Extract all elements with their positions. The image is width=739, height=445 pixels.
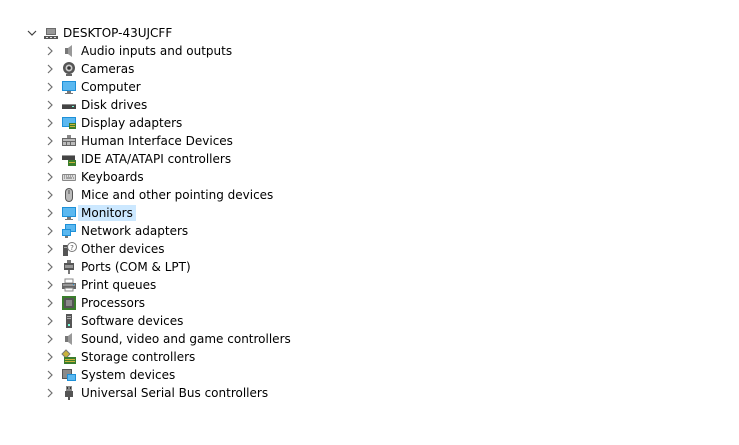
tree-item-print-queues[interactable]: Print queues [42, 276, 159, 294]
chevron-right-icon[interactable] [42, 186, 58, 204]
display-adapter-icon [60, 114, 78, 132]
chevron-right-icon[interactable] [42, 132, 58, 150]
network-adapter-icon [60, 222, 78, 240]
chevron-right-icon[interactable] [42, 42, 58, 60]
tree-item-cameras[interactable]: Cameras [42, 60, 137, 78]
usb-icon [60, 384, 78, 402]
tree-item-ports[interactable]: Ports (COM & LPT) [42, 258, 194, 276]
tree-item-software-devices[interactable]: Software devices [42, 312, 186, 330]
chevron-down-icon[interactable] [24, 24, 40, 42]
chevron-right-icon[interactable] [42, 78, 58, 96]
tree-item-storage-controllers[interactable]: Storage controllers [42, 348, 198, 366]
tree-item-label: Disk drives [78, 97, 150, 113]
tree-item-label: Mice and other pointing devices [78, 187, 276, 203]
tree-root-label: DESKTOP-43UJCFF [60, 25, 175, 41]
system-device-icon [60, 366, 78, 384]
tree-item-label: Other devices [78, 241, 168, 257]
tree-item-label: Sound, video and game controllers [78, 331, 294, 347]
chevron-right-icon[interactable] [42, 366, 58, 384]
speaker-icon [60, 42, 78, 60]
tree-item-label: Network adapters [78, 223, 191, 239]
computer-tower-icon [42, 24, 60, 42]
tree-item-monitors[interactable]: Monitors [42, 204, 136, 222]
tree-item-disk-drives[interactable]: Disk drives [42, 96, 150, 114]
tree-item-label: Processors [78, 295, 148, 311]
tree-item-audio-inputs[interactable]: Audio inputs and outputs [42, 42, 235, 60]
tree-item-label: Print queues [78, 277, 159, 293]
keyboard-icon [60, 168, 78, 186]
tree-root-node[interactable]: DESKTOP-43UJCFF [24, 24, 175, 42]
monitor-icon [60, 78, 78, 96]
tree-item-processors[interactable]: Processors [42, 294, 148, 312]
chevron-right-icon[interactable] [42, 312, 58, 330]
mouse-icon [60, 186, 78, 204]
unknown-device-icon: ? [60, 240, 78, 258]
tree-item-mice[interactable]: Mice and other pointing devices [42, 186, 276, 204]
tree-item-label: Computer [78, 79, 144, 95]
tree-item-label: Audio inputs and outputs [78, 43, 235, 59]
ide-controller-icon [60, 150, 78, 168]
tree-item-label: Storage controllers [78, 349, 198, 365]
tree-item-label: IDE ATA/ATAPI controllers [78, 151, 234, 167]
chevron-right-icon[interactable] [42, 330, 58, 348]
tree-item-human-interface-devices[interactable]: Human Interface Devices [42, 132, 236, 150]
tree-item-computer[interactable]: Computer [42, 78, 144, 96]
monitor-icon [60, 204, 78, 222]
tree-item-system-devices[interactable]: System devices [42, 366, 178, 384]
storage-controller-icon [60, 348, 78, 366]
tree-item-label: Keyboards [78, 169, 147, 185]
tree-item-sound-video-game[interactable]: Sound, video and game controllers [42, 330, 294, 348]
chevron-right-icon[interactable] [42, 258, 58, 276]
tree-item-label: Cameras [78, 61, 137, 77]
tree-item-label: System devices [78, 367, 178, 383]
svg-text:?: ? [70, 244, 74, 252]
printer-icon [60, 276, 78, 294]
chevron-right-icon[interactable] [42, 60, 58, 78]
tree-item-other-devices[interactable]: ? Other devices [42, 240, 168, 258]
hid-icon [60, 132, 78, 150]
tree-item-label: Display adapters [78, 115, 185, 131]
sound-icon [60, 330, 78, 348]
tree-item-display-adapters[interactable]: Display adapters [42, 114, 185, 132]
tree-item-usb-controllers[interactable]: Universal Serial Bus controllers [42, 384, 271, 402]
tree-item-keyboards[interactable]: Keyboards [42, 168, 147, 186]
tree-item-ide-controllers[interactable]: IDE ATA/ATAPI controllers [42, 150, 234, 168]
device-tree: DESKTOP-43UJCFF Audio inputs and outputs… [0, 0, 739, 445]
chevron-right-icon[interactable] [42, 240, 58, 258]
chevron-right-icon[interactable] [42, 168, 58, 186]
chevron-right-icon[interactable] [42, 222, 58, 240]
tree-item-label: Ports (COM & LPT) [78, 259, 194, 275]
chevron-right-icon[interactable] [42, 276, 58, 294]
chevron-right-icon[interactable] [42, 384, 58, 402]
tree-item-label: Software devices [78, 313, 186, 329]
chevron-right-icon[interactable] [42, 96, 58, 114]
webcam-icon [60, 60, 78, 78]
processor-icon [60, 294, 78, 312]
disk-drive-icon [60, 96, 78, 114]
chevron-right-icon[interactable] [42, 114, 58, 132]
chevron-right-icon[interactable] [42, 204, 58, 222]
tree-item-network-adapters[interactable]: Network adapters [42, 222, 191, 240]
chevron-right-icon[interactable] [42, 348, 58, 366]
tree-item-label: Monitors [78, 205, 136, 221]
tree-item-label: Human Interface Devices [78, 133, 236, 149]
port-icon [60, 258, 78, 276]
software-device-icon [60, 312, 78, 330]
tree-item-label: Universal Serial Bus controllers [78, 385, 271, 401]
chevron-right-icon[interactable] [42, 150, 58, 168]
chevron-right-icon[interactable] [42, 294, 58, 312]
